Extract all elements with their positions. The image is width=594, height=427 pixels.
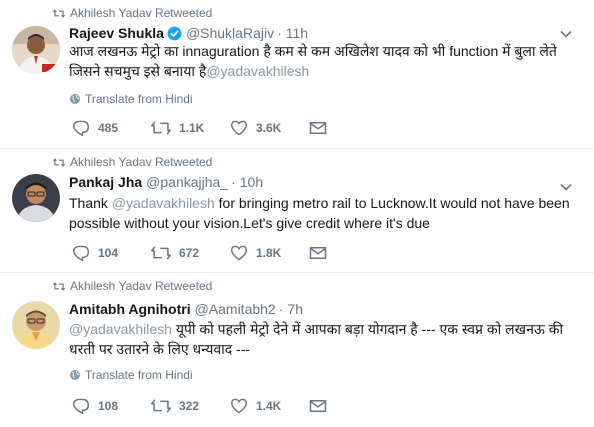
reply-button[interactable]: 104 bbox=[72, 245, 151, 261]
separator: · bbox=[278, 301, 284, 317]
heart-icon bbox=[230, 120, 248, 136]
reply-count: 485 bbox=[98, 121, 119, 135]
tweet-header: Amitabh Agnihotri @Aamitabh2 · 7h bbox=[69, 300, 554, 318]
mention-link[interactable]: @yadavakhilesh bbox=[206, 63, 309, 79]
author-name[interactable]: Amitabh Agnihotri bbox=[69, 301, 191, 317]
envelope-icon bbox=[309, 246, 327, 260]
retweet-button[interactable]: 672 bbox=[151, 245, 230, 261]
heart-icon bbox=[230, 398, 248, 414]
retweet-icon bbox=[151, 398, 171, 414]
timestamp[interactable]: 7h bbox=[287, 301, 303, 317]
retweet-label: Akhilesh Yadav Retweeted bbox=[70, 155, 213, 169]
globe-icon bbox=[69, 93, 81, 105]
retweet-label: Akhilesh Yadav Retweeted bbox=[70, 6, 213, 20]
tweet-text: आज लखनऊ मेट्रो का innaguration है कम से … bbox=[69, 41, 570, 81]
tweet-text-body: आज लखनऊ मेट्रो का innaguration है कम से … bbox=[69, 43, 557, 79]
tweet-actions: 485 1.1K 3.6K bbox=[72, 118, 335, 138]
avatar[interactable] bbox=[12, 301, 60, 349]
author-name[interactable]: Pankaj Jha bbox=[69, 174, 142, 190]
like-button[interactable]: 1.4K bbox=[230, 398, 309, 414]
like-count: 3.6K bbox=[256, 121, 282, 135]
retweet-count: 672 bbox=[179, 246, 200, 260]
translate-link[interactable]: Translate from Hindi bbox=[69, 367, 193, 383]
tweet-text: Thank @yadavakhilesh for bringing metro … bbox=[69, 193, 570, 233]
reply-count: 108 bbox=[98, 399, 119, 413]
direct-message-button[interactable] bbox=[309, 399, 335, 413]
retweet-icon bbox=[151, 120, 171, 136]
timeline: Akhilesh Yadav Retweeted Rajeev Shukla @… bbox=[0, 0, 594, 427]
envelope-icon bbox=[309, 121, 327, 135]
verified-icon bbox=[167, 26, 182, 41]
reply-icon bbox=[72, 398, 90, 414]
like-count: 1.8K bbox=[256, 246, 282, 260]
retweet-button[interactable]: 1.1K bbox=[151, 120, 230, 136]
retweet-context[interactable]: Akhilesh Yadav Retweeted bbox=[52, 278, 212, 294]
retweet-button[interactable]: 322 bbox=[151, 398, 230, 414]
tweet-header: Rajeev Shukla @ShuklaRajiv · 11h bbox=[69, 24, 554, 42]
envelope-icon bbox=[309, 399, 327, 413]
retweet-icon bbox=[52, 281, 66, 292]
tweet[interactable]: Akhilesh Yadav Retweeted Pankaj Jha @pan… bbox=[0, 149, 594, 273]
author-handle[interactable]: @Aamitabh2 bbox=[195, 301, 276, 317]
translate-label: Translate from Hindi bbox=[85, 92, 193, 106]
separator: · bbox=[231, 174, 236, 190]
author-handle[interactable]: @pankajjha_ bbox=[146, 174, 228, 190]
separator: · bbox=[277, 25, 282, 41]
reply-button[interactable]: 485 bbox=[72, 120, 151, 136]
tweet[interactable]: Akhilesh Yadav Retweeted Rajeev Shukla @… bbox=[0, 0, 594, 149]
timestamp[interactable]: 11h bbox=[286, 25, 308, 41]
translate-label: Translate from Hindi bbox=[85, 368, 193, 382]
tweet-header: Pankaj Jha @pankajjha_ · 10h bbox=[69, 173, 554, 191]
retweet-count: 322 bbox=[179, 399, 200, 413]
retweet-icon bbox=[52, 157, 66, 168]
tweet-actions: 104 672 1.8K bbox=[72, 243, 335, 263]
retweet-context[interactable]: Akhilesh Yadav Retweeted bbox=[52, 154, 212, 170]
like-button[interactable]: 3.6K bbox=[230, 120, 309, 136]
chevron-down-icon[interactable] bbox=[560, 181, 572, 193]
heart-icon bbox=[230, 245, 248, 261]
reply-button[interactable]: 108 bbox=[72, 398, 151, 414]
tweet-text: @yadavakhilesh यूपी को पहली मेट्रो देने … bbox=[69, 319, 570, 359]
tweet[interactable]: Akhilesh Yadav Retweeted Amitabh Agnihot… bbox=[0, 273, 594, 427]
direct-message-button[interactable] bbox=[309, 121, 335, 135]
timestamp[interactable]: 10h bbox=[240, 174, 263, 190]
chevron-down-icon[interactable] bbox=[560, 28, 572, 40]
author-handle[interactable]: @ShuklaRajiv bbox=[186, 25, 274, 41]
translate-link[interactable]: Translate from Hindi bbox=[69, 91, 193, 107]
retweet-context[interactable]: Akhilesh Yadav Retweeted bbox=[52, 5, 212, 21]
like-button[interactable]: 1.8K bbox=[230, 245, 309, 261]
direct-message-button[interactable] bbox=[309, 246, 335, 260]
globe-icon bbox=[69, 369, 81, 381]
avatar[interactable] bbox=[12, 26, 60, 74]
reply-icon bbox=[72, 245, 90, 261]
reply-icon bbox=[72, 120, 90, 136]
retweet-icon bbox=[52, 8, 66, 19]
author-name[interactable]: Rajeev Shukla bbox=[69, 25, 164, 41]
avatar[interactable] bbox=[12, 174, 60, 222]
tweet-actions: 108 322 1.4K bbox=[72, 396, 335, 416]
mention-link[interactable]: @yadavakhilesh bbox=[69, 321, 172, 337]
retweet-label: Akhilesh Yadav Retweeted bbox=[70, 279, 213, 293]
reply-count: 104 bbox=[98, 246, 119, 260]
like-count: 1.4K bbox=[256, 399, 282, 413]
retweet-icon bbox=[151, 245, 171, 261]
tweet-text-prefix: Thank bbox=[69, 195, 112, 211]
retweet-count: 1.1K bbox=[179, 121, 205, 135]
mention-link[interactable]: @yadavakhilesh bbox=[112, 195, 215, 211]
